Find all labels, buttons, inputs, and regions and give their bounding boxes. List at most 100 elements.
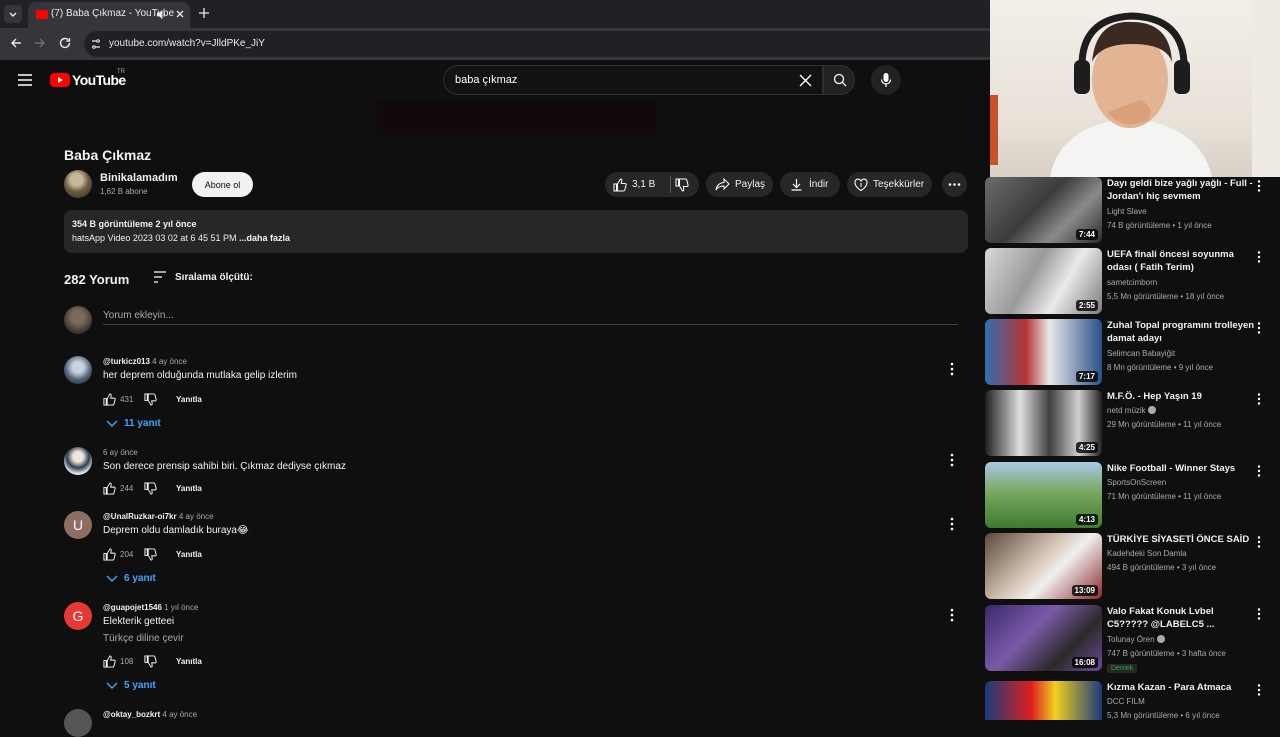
reload-icon[interactable] [58,36,72,50]
address-bar[interactable]: youtube.com/watch?v=JlldPKe_JiY [84,31,990,57]
comment-like-icon[interactable] [103,548,116,561]
video-thumbnail[interactable]: 4:13 [985,462,1102,528]
recommended-video[interactable]: 4:13 Nike Football - Winner Stays Sports… [985,462,1280,530]
download-button[interactable]: İndir [780,172,840,197]
video-thumbnail[interactable]: 2:55 [985,248,1102,314]
description-box[interactable]: 354 B görüntüleme 2 yıl önce hatsApp Vid… [64,210,968,253]
comment-avatar[interactable] [64,356,92,384]
reply-button[interactable]: Yanıtla [176,395,202,404]
subscribe-button[interactable]: Abone ol [192,172,253,197]
new-tab-plus-icon[interactable] [197,6,211,20]
channel-name[interactable]: Binikalamadım [100,172,178,184]
speaker-icon[interactable] [156,9,167,20]
comment-avatar[interactable]: G [64,602,92,630]
recommended-title[interactable]: Zuhal Topal programını trolleyen damat a… [1107,319,1257,345]
comment-avatar[interactable] [64,709,92,737]
video-more-icon[interactable] [1257,465,1261,477]
comment-time[interactable]: 4 ay önce [152,357,187,366]
show-more-link[interactable]: ...daha fazla [239,233,290,243]
comment-more-icon[interactable] [950,608,954,622]
comment-avatar[interactable]: U [64,511,92,539]
video-more-icon[interactable] [1257,251,1261,263]
recommended-video[interactable]: 2:55 UEFA finali öncesi soyunma odası ( … [985,248,1280,316]
recommended-title[interactable]: M.F.Ö. - Hep Yaşın 19 [1107,390,1257,403]
recommended-channel[interactable]: Tolunay Ören [1107,635,1165,644]
site-info-icon[interactable] [90,38,102,50]
recommended-channel[interactable]: Light Slave [1107,207,1147,216]
recommended-channel[interactable]: Kadehdeki Son Damla [1107,549,1187,558]
forward-arrow-icon[interactable] [33,36,47,50]
recommended-title[interactable]: Kızma Kazan - Para Atmaca [1107,681,1257,694]
translate-link[interactable]: Türkçe diline çevir [103,633,184,644]
video-thumbnail[interactable]: 7:17 [985,319,1102,385]
reply-button[interactable]: Yanıtla [176,657,202,666]
recommended-title[interactable]: UEFA finali öncesi soyunma odası ( Fatih… [1107,248,1257,274]
comment-dislike-icon[interactable] [144,655,157,668]
comment-more-icon[interactable] [950,517,954,531]
video-more-icon[interactable] [1257,608,1261,620]
channel-avatar[interactable] [64,170,92,198]
recommended-title[interactable]: Valo Fakat Konuk Lvbel C5????? @LABELC5 … [1107,605,1257,631]
video-thumbnail[interactable]: 16:08 [985,605,1102,671]
add-comment-input[interactable] [103,307,958,325]
search-input[interactable]: baba çıkmaz [443,65,823,95]
recommended-channel[interactable]: DCC FILM [1107,697,1145,706]
recommended-video[interactable]: 7:17 Zuhal Topal programını trolleyen da… [985,319,1280,387]
browser-tab-active[interactable]: (7) Baba Çıkmaz - YouTube [28,2,190,28]
recommended-channel[interactable]: sametcimborn [1107,278,1157,287]
comment-author[interactable]: @oktay_bozkrt [103,710,160,719]
video-more-icon[interactable] [1257,684,1261,696]
comment-time[interactable]: 4 ay önce [179,512,214,521]
dislike-thumb-icon[interactable] [675,178,689,192]
comment-time[interactable]: 4 ay önce [162,710,197,719]
comment-author[interactable]: @UnalRuzkar-oi7kr [103,512,177,521]
video-thumbnail[interactable]: 4:25 [985,390,1102,456]
comment-avatar[interactable] [64,447,92,475]
comment-more-icon[interactable] [950,362,954,376]
recommended-title[interactable]: Dayı geldi bize yağlı yağlı - Full - Jor… [1107,177,1257,203]
hamburger-menu-icon[interactable] [17,73,33,87]
video-thumbnail[interactable]: 13:09 [985,533,1102,599]
channel-label[interactable]: Tolunay Ören [1107,635,1155,644]
search-button[interactable] [823,65,855,95]
recommended-title[interactable]: Nike Football - Winner Stays [1107,462,1257,475]
clear-search-icon[interactable] [798,73,813,88]
like-count[interactable]: 3,1 B [632,179,655,190]
video-more-icon[interactable] [1257,180,1261,192]
video-more-icon[interactable] [1257,322,1261,334]
channel-label[interactable]: netd müzik [1107,406,1146,415]
comment-author[interactable]: @turkicz013 [103,357,150,366]
youtube-logo[interactable]: YouTube TR [50,69,126,88]
back-arrow-icon[interactable] [9,36,23,50]
like-thumb-icon[interactable] [613,178,627,192]
share-button[interactable]: Paylaş [706,172,773,197]
video-thumbnail[interactable]: 7:44 [985,177,1102,243]
recommended-channel[interactable]: Selimcan Babayiğit [1107,349,1175,358]
comment-like-icon[interactable] [103,393,116,406]
recommended-video[interactable]: 13:09 TÜRKİYE SİYASETİ ÖNCE SAİD Kadehde… [985,533,1280,601]
comment-time[interactable]: 1 yıl önce [164,603,198,612]
comment-author[interactable]: @guapojet1546 [103,603,162,612]
recommended-video[interactable]: 4:25 M.F.Ö. - Hep Yaşın 19 netd müzik 29… [985,390,1280,458]
comment-like-icon[interactable] [103,482,116,495]
recommended-channel[interactable]: SportsOnScreen [1107,478,1166,487]
recommended-video[interactable]: 7:44 Dayı geldi bize yağlı yağlı - Full … [985,177,1280,245]
recommended-channel[interactable]: netd müzik [1107,406,1156,415]
comment-dislike-icon[interactable] [144,548,157,561]
reply-button[interactable]: Yanıtla [176,484,202,493]
comment-dislike-icon[interactable] [144,393,157,406]
tab-search-button[interactable] [4,5,22,23]
video-thumbnail[interactable] [985,681,1102,720]
comment-more-icon[interactable] [950,453,954,467]
comment-like-icon[interactable] [103,655,116,668]
close-tab-icon[interactable] [174,8,186,20]
reply-button[interactable]: Yanıtla [176,550,202,559]
thanks-button[interactable]: Teşekkürler [847,172,932,197]
voice-search-button[interactable] [871,65,901,95]
comment-dislike-icon[interactable] [144,482,157,495]
more-actions-button[interactable] [942,172,967,197]
recommended-title[interactable]: TÜRKİYE SİYASETİ ÖNCE SAİD [1107,533,1257,546]
recommended-video[interactable]: Kızma Kazan - Para Atmaca DCC FILM 5,3 M… [985,681,1280,720]
comment-time[interactable]: 6 ay önce [103,448,138,457]
video-more-icon[interactable] [1257,393,1261,405]
